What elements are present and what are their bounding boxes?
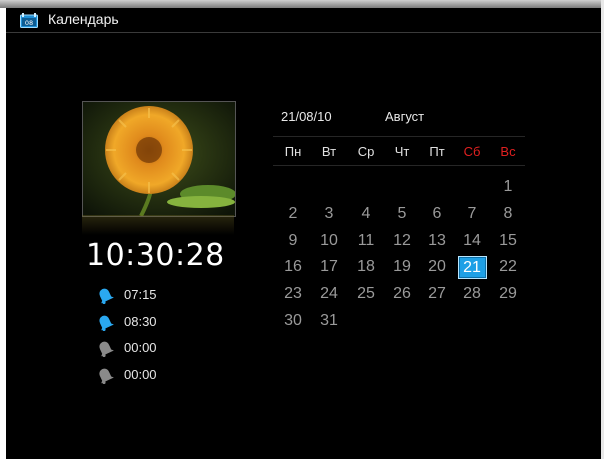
calendar-day-selected[interactable]: 21 [454, 256, 490, 279]
calendar-day[interactable]: 5 [384, 203, 420, 225]
window-edge-left [0, 0, 6, 459]
alarm-time: 00:00 [124, 367, 157, 382]
window-title: Календарь [48, 11, 119, 27]
alarm-item[interactable]: 07:15 [96, 285, 186, 305]
calendar-day[interactable]: 22 [490, 256, 526, 278]
title-bar: 08 Календарь [6, 8, 601, 33]
calendar-day[interactable]: 15 [490, 230, 526, 252]
calendar-day[interactable]: 14 [454, 230, 490, 252]
current-date: 21/08/10 [281, 109, 332, 124]
alarm-time: 00:00 [124, 340, 157, 355]
calendar-day[interactable]: 29 [490, 283, 526, 305]
alarm-bell-icon [99, 315, 114, 331]
calendar-day[interactable]: 30 [275, 310, 311, 332]
calendar-day[interactable]: 1 [490, 176, 526, 198]
flower-photo [82, 101, 236, 217]
calendar-day[interactable]: 27 [419, 283, 455, 305]
weekday-label: Вт [321, 144, 337, 159]
weekday-label: Чт [394, 144, 410, 159]
calendar-day[interactable]: 3 [311, 203, 347, 225]
calendar-day[interactable]: 12 [384, 230, 420, 252]
calendar-icon: 08 [20, 13, 38, 28]
calendar-day[interactable]: 7 [454, 203, 490, 225]
alarm-item[interactable]: 00:00 [96, 338, 186, 358]
svg-text:08: 08 [25, 19, 33, 27]
divider [273, 136, 525, 137]
calendar-day[interactable]: 16 [275, 256, 311, 278]
calendar-day[interactable]: 24 [311, 283, 347, 305]
calendar-day[interactable]: 31 [311, 310, 347, 332]
month-name: Август [385, 109, 425, 124]
weekday-label: Пн [284, 144, 302, 159]
alarm-time: 08:30 [124, 314, 157, 329]
selected-day-label: 21 [457, 256, 487, 279]
calendar-day[interactable]: 19 [384, 256, 420, 278]
alarm-item[interactable]: 00:00 [96, 365, 186, 385]
calendar-day[interactable]: 13 [419, 230, 455, 252]
weekday-label: Пт [429, 144, 445, 159]
calendar-day[interactable]: 26 [384, 283, 420, 305]
calendar-day[interactable]: 23 [275, 283, 311, 305]
calendar-day[interactable]: 8 [490, 203, 526, 225]
divider [273, 165, 525, 166]
window-edge-top [0, 0, 604, 8]
calendar-day[interactable]: 18 [348, 256, 384, 278]
calendar-day[interactable]: 10 [311, 230, 347, 252]
weekday-label-sunday: Вс [500, 144, 516, 159]
alarm-bell-icon [99, 288, 114, 304]
alarm-item[interactable]: 08:30 [96, 312, 186, 332]
calendar-day[interactable]: 28 [454, 283, 490, 305]
calendar-day[interactable]: 25 [348, 283, 384, 305]
alarm-bell-off-icon [99, 341, 114, 357]
weekday-label-saturday: Сб [463, 144, 481, 159]
calendar-day[interactable]: 11 [348, 230, 384, 252]
calendar-day[interactable]: 2 [275, 203, 311, 225]
calendar-day[interactable]: 4 [348, 203, 384, 225]
calendar-day[interactable]: 17 [311, 256, 347, 278]
alarm-bell-off-icon [99, 368, 114, 384]
weekday-label: Ср [357, 144, 375, 159]
photo-reflection [82, 215, 234, 235]
digital-clock: 10:30:28 [86, 238, 225, 273]
calendar-day[interactable]: 6 [419, 203, 455, 225]
calendar-day[interactable]: 9 [275, 230, 311, 252]
alarm-time: 07:15 [124, 287, 157, 302]
calendar-day[interactable]: 20 [419, 256, 455, 278]
